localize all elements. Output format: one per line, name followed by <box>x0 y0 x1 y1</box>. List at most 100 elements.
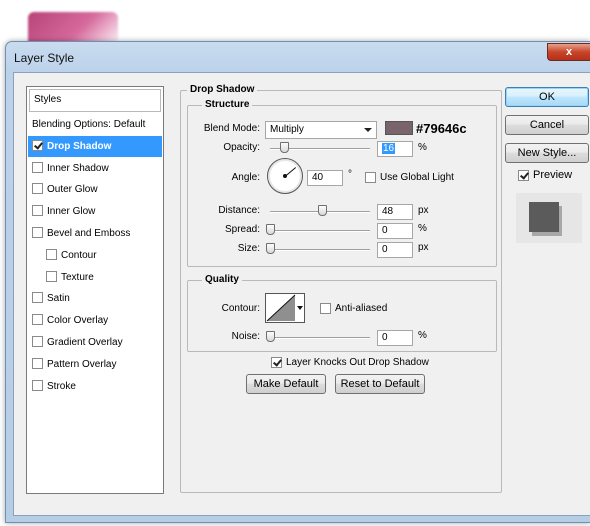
preview-label: Preview <box>533 169 573 181</box>
spread-slider[interactable] <box>266 224 370 235</box>
angle-dial[interactable] <box>267 158 303 194</box>
style-item-checkbox[interactable] <box>32 183 43 195</box>
opacity-slider[interactable] <box>270 142 370 153</box>
style-item-checkbox[interactable] <box>32 292 43 304</box>
style-item-checkbox[interactable] <box>32 139 43 151</box>
opacity-label: Opacity: <box>223 142 260 153</box>
style-item-gradient-overlay[interactable]: Gradient Overlay <box>28 332 162 353</box>
style-item-checkbox[interactable] <box>46 270 57 282</box>
preview-thumbnail <box>516 193 582 243</box>
style-item-label: Drop Shadow <box>47 140 112 152</box>
distance-value: 48 <box>382 206 394 217</box>
blend-mode-select[interactable]: Multiply <box>265 121 377 139</box>
size-label: Size: <box>237 243 260 254</box>
spread-slider-thumb[interactable] <box>266 224 275 235</box>
drop-shadow-group: Drop Shadow Structure Blend Mode: Multip… <box>180 84 502 493</box>
close-button[interactable]: x <box>547 43 590 61</box>
size-unit: px <box>418 242 429 253</box>
style-item-checkbox[interactable] <box>32 205 43 217</box>
opacity-slider-thumb[interactable] <box>280 142 289 153</box>
style-item-texture[interactable]: Texture <box>28 267 162 288</box>
quality-group: Quality Contour: Anti-aliased Noise: 0 % <box>187 274 497 352</box>
style-item-checkbox[interactable] <box>32 379 43 391</box>
style-item-pattern-overlay[interactable]: Pattern Overlay <box>28 354 162 375</box>
noise-slider-thumb[interactable] <box>266 331 275 342</box>
contour-picker[interactable] <box>265 293 305 323</box>
style-item-label: Inner Shadow <box>47 162 109 174</box>
size-slider-thumb[interactable] <box>266 243 275 254</box>
shadow-color-swatch[interactable] <box>385 121 413 135</box>
spread-input[interactable]: 0 <box>377 223 413 239</box>
style-item-checkbox[interactable] <box>32 314 43 326</box>
new-style-button[interactable]: New Style... <box>505 143 589 163</box>
anti-aliased-label: Anti-aliased <box>335 303 388 314</box>
styles-list: Styles Blending Options: Default Drop Sha… <box>26 86 164 494</box>
noise-value: 0 <box>382 332 388 343</box>
distance-input[interactable]: 48 <box>377 204 413 220</box>
distance-unit: px <box>418 205 429 216</box>
spread-unit: % <box>418 223 427 234</box>
opacity-input[interactable]: 16 <box>377 141 413 157</box>
style-item-label: Gradient Overlay <box>47 337 123 348</box>
style-item-inner-shadow[interactable]: Inner Shadow <box>28 158 162 179</box>
use-global-light-checkbox[interactable] <box>365 172 376 183</box>
dialog-client-area: Styles Blending Options: Default Drop Sha… <box>13 72 590 516</box>
make-default-button[interactable]: Make Default <box>246 374 326 394</box>
drop-shadow-title: Drop Shadow <box>187 84 258 96</box>
distance-slider-thumb[interactable] <box>318 205 327 216</box>
style-item-satin[interactable]: Satin <box>28 288 162 309</box>
spread-value: 0 <box>382 225 388 236</box>
angle-label: Angle: <box>231 172 260 183</box>
style-item-label: Bevel and Emboss <box>47 228 131 239</box>
style-item-stroke[interactable]: Stroke <box>28 376 162 397</box>
noise-unit: % <box>418 330 427 341</box>
use-global-light-label: Use Global Light <box>380 172 454 183</box>
style-item-drop-shadow[interactable]: Drop Shadow <box>28 135 162 157</box>
structure-title: Structure <box>202 99 253 111</box>
reset-to-default-button[interactable]: Reset to Default <box>335 374 425 394</box>
noise-input[interactable]: 0 <box>377 330 413 346</box>
style-item-color-overlay[interactable]: Color Overlay <box>28 310 162 331</box>
style-item-label: Stroke <box>47 380 76 392</box>
style-item-label: Outer Glow <box>47 184 98 196</box>
preview-square <box>529 202 559 232</box>
layer-knocks-out-checkbox[interactable] <box>271 357 282 368</box>
style-item-bevel-and-emboss[interactable]: Bevel and Emboss <box>28 223 162 244</box>
spread-label: Spread: <box>224 224 260 235</box>
contour-label: Contour: <box>221 303 260 314</box>
style-item-label: Satin <box>47 293 70 305</box>
contour-curve-icon <box>266 294 296 322</box>
opacity-unit: % <box>418 142 427 153</box>
angle-input[interactable]: 40 <box>307 170 343 186</box>
style-item-checkbox[interactable] <box>32 336 43 347</box>
noise-slider[interactable] <box>266 331 370 342</box>
style-item-checkbox[interactable] <box>32 357 43 369</box>
size-slider[interactable] <box>266 243 370 254</box>
opacity-value: 16 <box>382 143 396 154</box>
styles-header[interactable]: Styles <box>29 89 161 112</box>
blend-mode-label: Blend Mode: <box>203 123 260 134</box>
style-item-contour[interactable]: Contour <box>28 245 162 266</box>
style-item-label: Blending Options: Default <box>32 119 146 130</box>
quality-title: Quality <box>202 274 242 286</box>
shadow-color-hex: #79646c <box>416 121 467 136</box>
preview-checkbox[interactable] <box>518 170 529 181</box>
distance-slider[interactable] <box>270 205 370 216</box>
angle-dial-center <box>283 174 287 178</box>
title-bar[interactable]: Layer Style x <box>6 42 590 72</box>
size-input[interactable]: 0 <box>377 242 413 258</box>
style-item-label: Texture <box>61 271 94 283</box>
style-item-inner-glow[interactable]: Inner Glow <box>28 201 162 222</box>
ok-button[interactable]: OK <box>505 87 589 107</box>
style-item-outer-glow[interactable]: Outer Glow <box>28 179 162 200</box>
contour-dropdown-arrow[interactable] <box>297 306 303 310</box>
style-item-checkbox[interactable] <box>46 248 57 260</box>
style-item-checkbox[interactable] <box>32 227 43 238</box>
style-item-label: Color Overlay <box>47 315 109 327</box>
style-item-checkbox[interactable] <box>32 161 43 173</box>
style-item-label: Contour <box>61 249 97 261</box>
chevron-down-icon <box>364 128 372 132</box>
style-item-blending-options-default[interactable]: Blending Options: Default <box>28 114 162 135</box>
cancel-button[interactable]: Cancel <box>505 115 589 135</box>
anti-aliased-checkbox[interactable] <box>320 303 331 314</box>
